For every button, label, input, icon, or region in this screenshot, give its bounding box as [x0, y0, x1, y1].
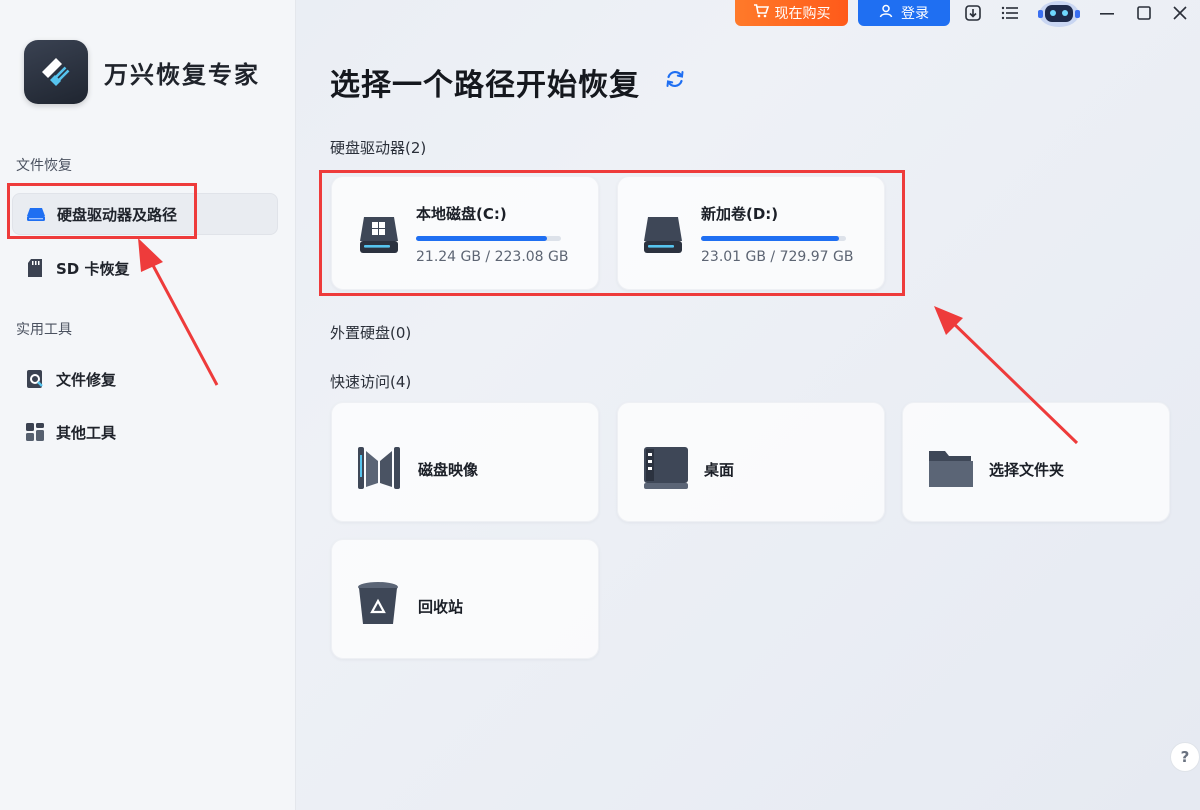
- login-label: 登录: [901, 6, 929, 22]
- folder-icon: [927, 445, 975, 495]
- sidebar-item-file-repair-label: 文件修复: [56, 370, 117, 389]
- login-button[interactable]: 登录: [858, 0, 950, 26]
- section-file-recovery: 文件恢复: [16, 158, 72, 174]
- sidebar-item-file-repair[interactable]: 文件修复: [12, 358, 278, 400]
- buy-now-label: 现在购买: [774, 6, 831, 22]
- sidebar-item-other-tools-label: 其他工具: [56, 423, 117, 442]
- quick-item-recycle-bin[interactable]: 回收站: [331, 539, 599, 659]
- user-icon: [879, 4, 893, 22]
- quick-item-label: 桌面: [704, 461, 735, 479]
- help-button[interactable]: ?: [1170, 742, 1200, 772]
- sidebar-item-sd[interactable]: SD 卡恢复: [12, 247, 278, 289]
- quick-item-select-folder[interactable]: 选择文件夹: [902, 402, 1170, 522]
- highlight-box-drives: [319, 170, 905, 296]
- desktop-icon: [642, 445, 690, 495]
- app-name: 万兴恢复专家: [104, 60, 260, 89]
- sd-card-icon: [24, 257, 46, 279]
- refresh-icon[interactable]: [664, 68, 686, 94]
- file-repair-icon: [24, 368, 46, 390]
- quick-item-desktop[interactable]: 桌面: [617, 402, 885, 522]
- import-icon[interactable]: [962, 2, 984, 24]
- page-title: 选择一个路径开始恢复: [330, 68, 640, 103]
- maximize-icon[interactable]: [1133, 2, 1155, 24]
- sidebar-item-other-tools[interactable]: 其他工具: [12, 411, 278, 453]
- quick-item-label: 选择文件夹: [989, 461, 1065, 479]
- close-icon[interactable]: [1169, 2, 1191, 24]
- buy-now-button[interactable]: 现在购买: [735, 0, 848, 26]
- quick-item-disk-image[interactable]: 磁盘映像: [331, 402, 599, 522]
- tools-grid-icon: [24, 421, 46, 443]
- quick-access-label: 快速访问(4): [330, 373, 412, 391]
- sidebar: 万兴恢复专家 文件恢复 硬盘驱动器及路径 SD 卡恢复 实用工具 文件修复 其他…: [0, 0, 296, 810]
- robot-assistant-icon[interactable]: [1034, 0, 1084, 28]
- minimize-icon[interactable]: [1096, 2, 1118, 24]
- sidebar-item-sd-label: SD 卡恢复: [56, 259, 130, 278]
- app-logo: [24, 40, 88, 104]
- quick-item-label: 回收站: [418, 598, 464, 616]
- quick-item-label: 磁盘映像: [418, 461, 479, 479]
- hard-drives-label: 硬盘驱动器(2): [330, 139, 427, 157]
- menu-list-icon[interactable]: [999, 2, 1021, 24]
- disk-image-icon: [356, 445, 402, 495]
- arrowhead-drives: [934, 306, 963, 335]
- brand: 万兴恢复专家: [24, 40, 260, 104]
- external-drives-label: 外置硬盘(0): [330, 324, 412, 342]
- section-tools: 实用工具: [16, 322, 72, 338]
- recycle-bin-icon: [356, 580, 400, 632]
- highlight-box-sidebar: [7, 183, 197, 239]
- cart-icon: [753, 4, 769, 22]
